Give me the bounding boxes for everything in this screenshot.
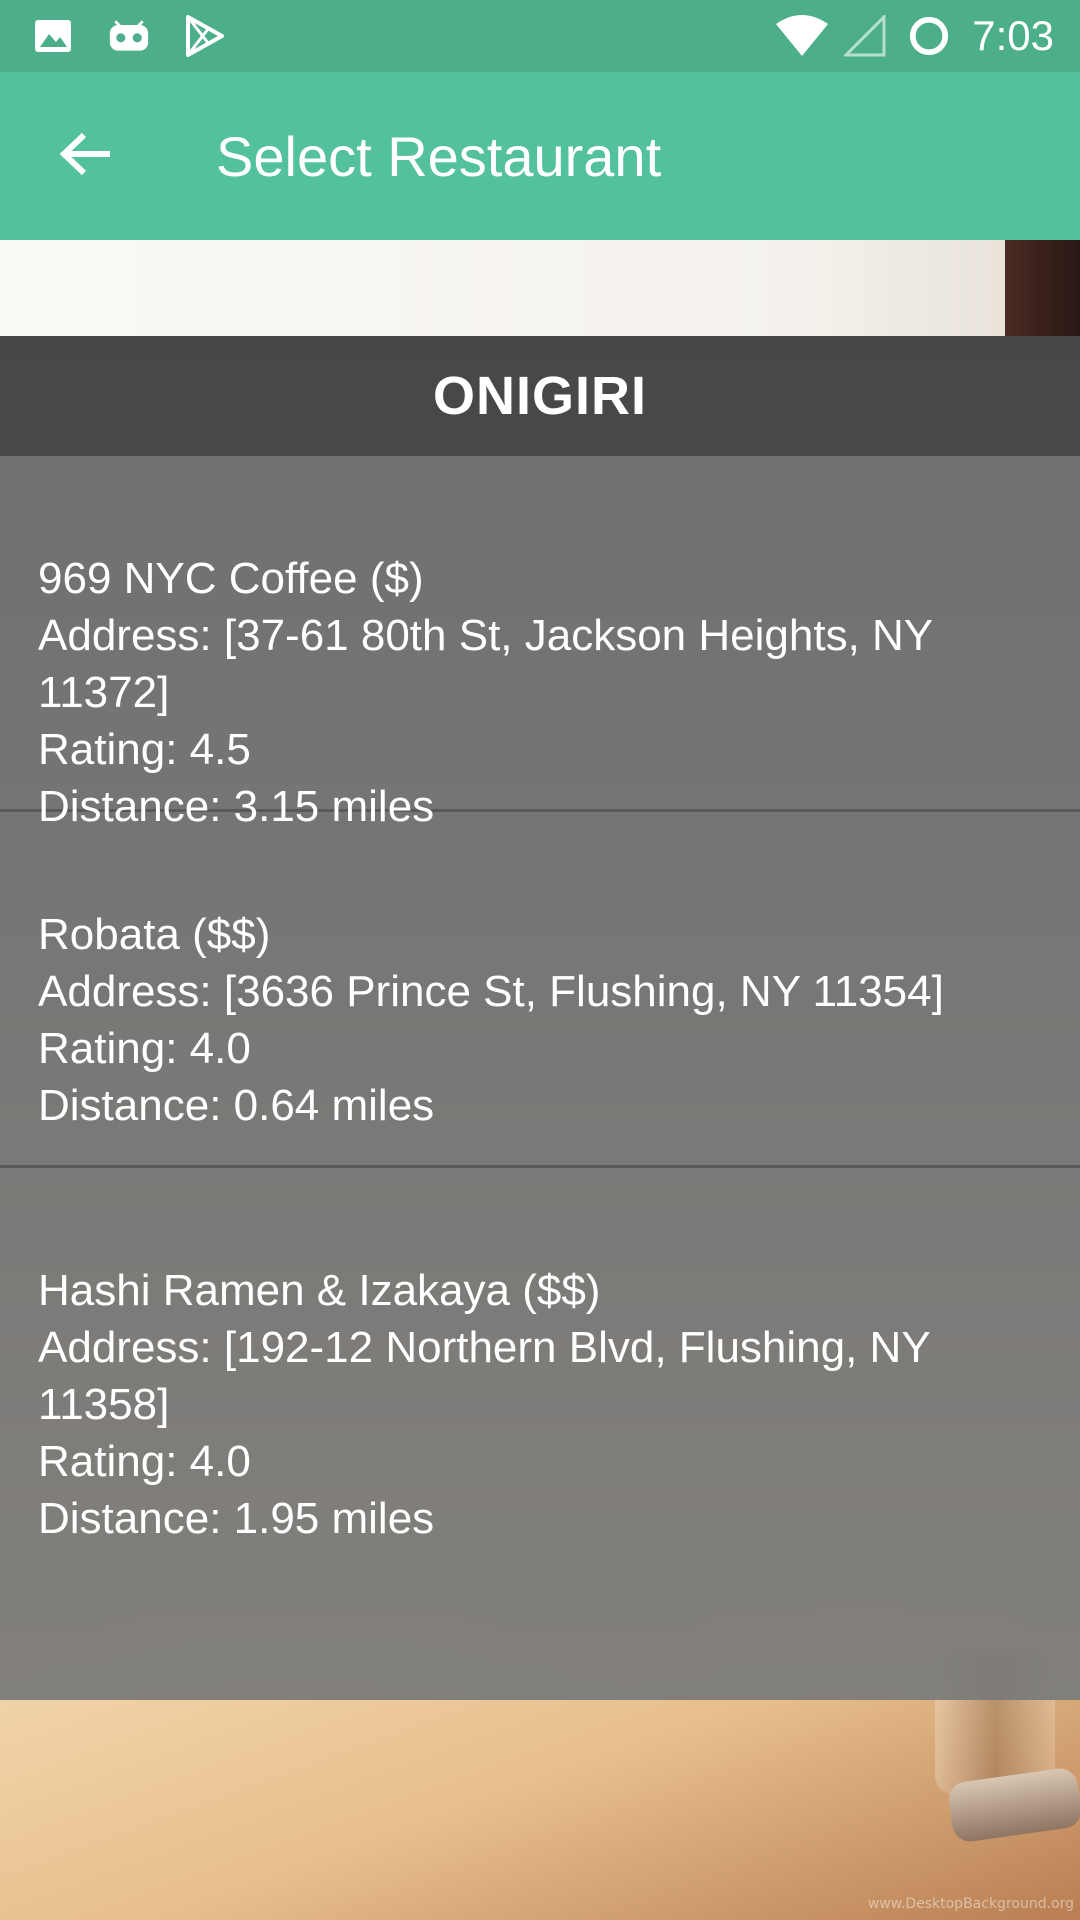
status-notifications: [32, 15, 226, 57]
distance-label: Distance:: [38, 782, 234, 831]
restaurant-distance: Distance: 0.64 miles: [38, 1077, 1050, 1134]
address-label: Address:: [38, 967, 224, 1016]
arrow-left-icon: [59, 132, 112, 180]
status-system: 7:03: [774, 12, 1054, 60]
restaurant-address: Address: [192-12 Northern Blvd, Flushing…: [38, 1319, 1050, 1433]
page-title: Select Restaurant: [216, 124, 662, 188]
back-button[interactable]: [36, 106, 136, 206]
restaurant-list: 969 NYC Coffee ($) Address: [37-61 80th …: [0, 456, 1080, 1700]
status-bar: 7:03: [0, 0, 1080, 72]
category-title: ONIGIRI: [432, 366, 647, 426]
address-label: Address:: [38, 1323, 224, 1372]
list-item[interactable]: 969 NYC Coffee ($) Address: [37-61 80th …: [0, 456, 1080, 831]
signal-icon: [844, 15, 886, 57]
category-header: ONIGIRI: [0, 336, 1080, 456]
distance-label: Distance:: [38, 1494, 234, 1543]
distance-value: 1.95 miles: [233, 1494, 435, 1543]
wifi-icon: [774, 15, 830, 57]
play-store-icon: [184, 15, 226, 57]
background-window: [0, 240, 1005, 336]
restaurant-name: Hashi Ramen & Izakaya ($$): [38, 1266, 601, 1315]
list-item[interactable]: Hashi Ramen & Izakaya ($$) Address: [192…: [0, 1168, 1080, 1700]
restaurant-name: 969 NYC Coffee ($): [38, 554, 424, 603]
distance-label: Distance:: [38, 1081, 234, 1130]
distance-value: 0.64 miles: [233, 1081, 435, 1130]
address-label: Address:: [38, 611, 224, 660]
restaurant-rating: Rating: 4.0: [38, 1020, 1050, 1077]
image-icon: [32, 15, 74, 57]
rating-value: 4.0: [189, 1024, 251, 1073]
background-table: [0, 1700, 1080, 1920]
list-item[interactable]: Robata ($$) Address: [3636 Prince St, Fl…: [0, 812, 1080, 1168]
restaurant-address: Address: [37-61 80th St, Jackson Heights…: [38, 607, 1050, 721]
restaurant-rating: Rating: 4.5: [38, 721, 1050, 778]
rating-label: Rating:: [38, 1024, 190, 1073]
status-time: 7:03: [972, 12, 1054, 59]
address-value: [3636 Prince St, Flushing, NY 11354]: [223, 967, 944, 1016]
sync-icon: [908, 15, 950, 57]
watermark: www.DesktopBackground.org: [867, 1896, 1074, 1912]
rating-label: Rating:: [38, 1437, 190, 1486]
rating-label: Rating:: [38, 725, 190, 774]
rating-value: 4.0: [189, 1437, 251, 1486]
rating-value: 4.5: [189, 725, 251, 774]
restaurant-rating: Rating: 4.0: [38, 1433, 1050, 1490]
restaurant-name: Robata ($$): [38, 910, 271, 959]
app-bar: Select Restaurant: [0, 72, 1080, 240]
distance-value: 3.15 miles: [233, 782, 435, 831]
background-frame: [1005, 240, 1080, 336]
restaurant-distance: Distance: 1.95 miles: [38, 1490, 1050, 1547]
restaurant-address: Address: [3636 Prince St, Flushing, NY 1…: [38, 963, 1050, 1020]
voicemail-icon: [108, 15, 150, 57]
